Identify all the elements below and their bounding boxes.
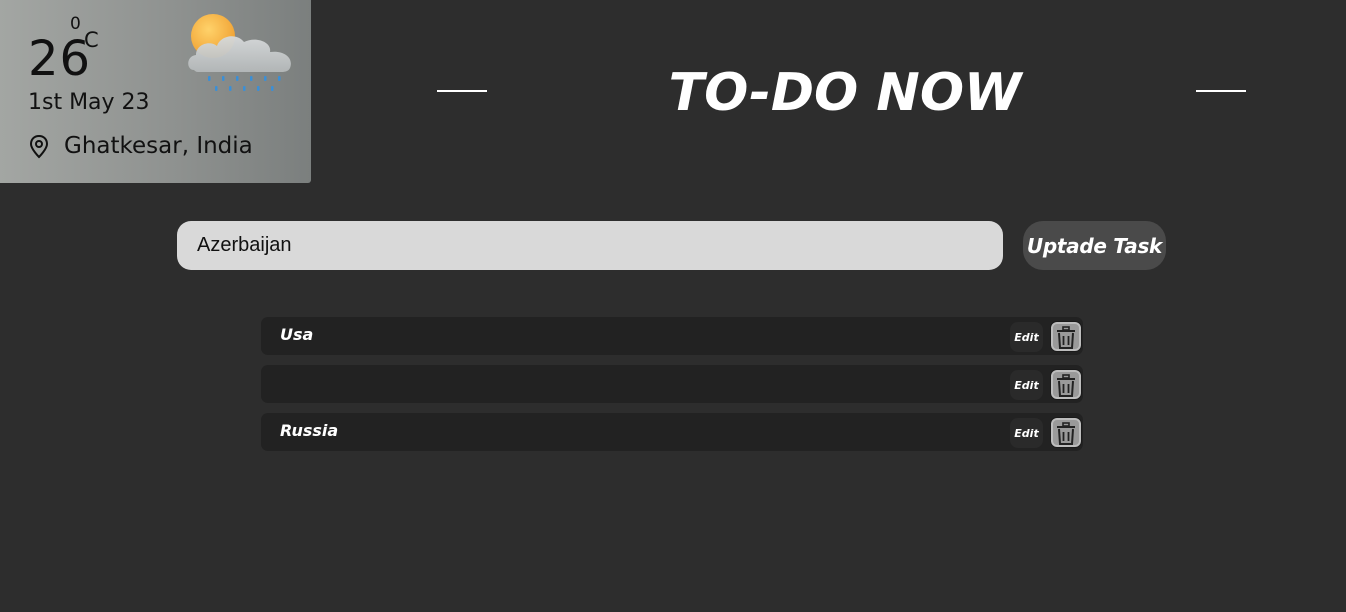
edit-button[interactable]: Edit: [1010, 418, 1043, 448]
partly-cloudy-rain-icon: [188, 14, 291, 91]
temperature-value: 26: [28, 31, 92, 87]
delete-button[interactable]: [1050, 369, 1082, 400]
title-dash-right: [1196, 90, 1246, 92]
edit-button[interactable]: Edit: [1010, 370, 1043, 400]
task-row: Edit: [261, 365, 1083, 403]
trash-icon: [1057, 421, 1075, 445]
page-title: TO-DO NOW: [668, 63, 1022, 123]
title-dash-left: [437, 90, 487, 92]
task-input[interactable]: [177, 221, 1003, 270]
trash-icon: [1057, 325, 1075, 349]
delete-button[interactable]: [1050, 417, 1082, 448]
degree-symbol: 0: [70, 14, 81, 34]
task-text: Usa: [280, 325, 314, 344]
weather-location: Ghatkesar, India: [64, 133, 253, 159]
trash-icon: [1057, 373, 1075, 397]
task-list: Usa Edit Edit Russia Edit: [261, 317, 1083, 461]
weather-date: 1st May 23: [28, 90, 150, 115]
task-row: Russia Edit: [261, 413, 1083, 451]
edit-button[interactable]: Edit: [1010, 322, 1043, 352]
map-pin-icon: [29, 134, 49, 159]
task-text: Russia: [280, 421, 339, 440]
task-row: Usa Edit: [261, 317, 1083, 355]
update-task-button[interactable]: Uptade Task: [1023, 221, 1166, 270]
temperature-unit: C: [84, 28, 99, 52]
weather-widget: 26 0 C 1st May 23 Ghatkesar, India: [0, 0, 311, 183]
delete-button[interactable]: [1050, 321, 1082, 352]
